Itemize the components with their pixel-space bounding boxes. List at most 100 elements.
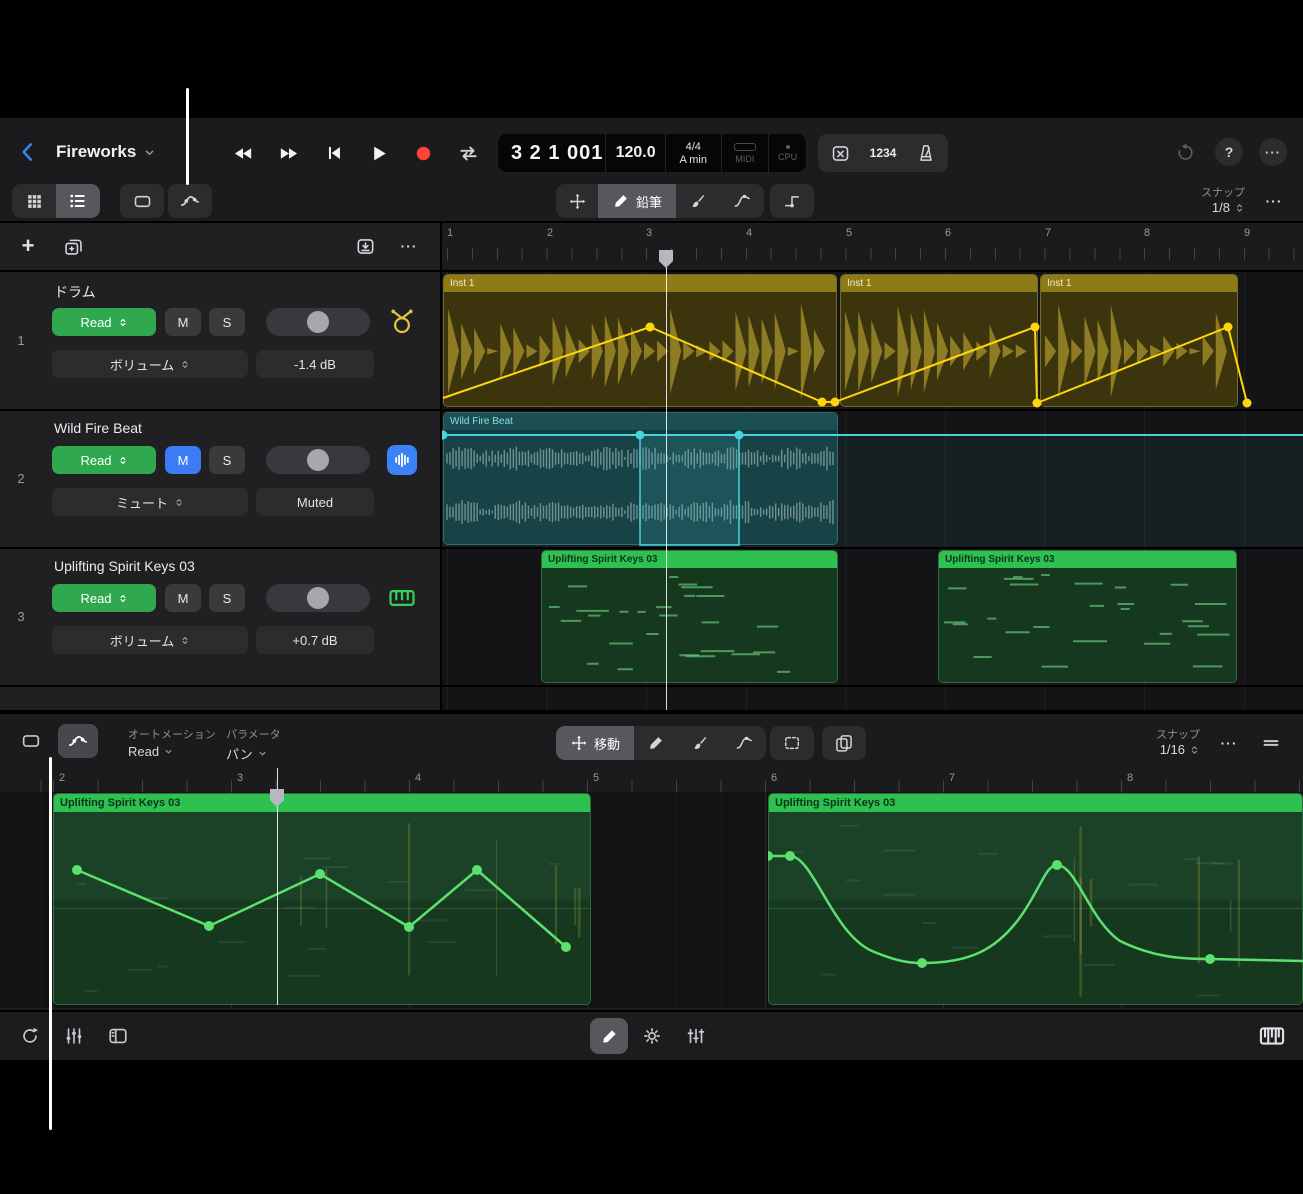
- track-volume-slider[interactable]: [266, 446, 370, 474]
- slider-knob[interactable]: [307, 311, 329, 333]
- curve-tool-button[interactable]: [720, 184, 764, 218]
- editor-more-button[interactable]: ···: [1214, 728, 1244, 758]
- grid-view-button[interactable]: [12, 184, 56, 218]
- mute-button[interactable]: M: [165, 584, 201, 612]
- move-tool-button[interactable]: [556, 184, 598, 218]
- track-header-keys[interactable]: 3 Uplifting Spirit Keys 03 Read M S ボリュー…: [0, 548, 441, 685]
- automation-mode-button[interactable]: Read: [52, 308, 156, 336]
- automation-mode-button[interactable]: Read: [52, 584, 156, 612]
- slider-knob[interactable]: [307, 449, 329, 471]
- chevron-down-icon: [257, 748, 268, 759]
- automation-mode-button[interactable]: Read: [52, 446, 156, 474]
- region-inst1-b[interactable]: Inst 1: [840, 274, 1038, 407]
- help-button[interactable]: ?: [1215, 138, 1243, 166]
- loop-browser-button[interactable]: [16, 1022, 44, 1050]
- automation-parameter-dropdown[interactable]: ボリューム: [52, 350, 248, 378]
- pencil-tool-button[interactable]: [634, 726, 678, 760]
- keyboard-instrument-icon[interactable]: [384, 580, 420, 616]
- track-header-drums[interactable]: 1 ドラム Read M S ボリューム -1.4 dB: [0, 272, 441, 409]
- marquee-tool-button[interactable]: [770, 726, 814, 760]
- brush-tool-button[interactable]: [676, 184, 720, 218]
- track-name[interactable]: Uplifting Spirit Keys 03: [54, 558, 195, 574]
- track-header-wild-fire-beat[interactable]: 2 Wild Fire Beat Read M S ミュート Muted: [0, 410, 441, 547]
- track-name[interactable]: ドラム: [54, 282, 96, 302]
- editor-region-select-button[interactable]: [12, 724, 50, 758]
- tracks-view-button[interactable]: [56, 184, 100, 218]
- editor-region-keys-b[interactable]: Uplifting Spirit Keys 03: [768, 793, 1303, 1005]
- mute-button[interactable]: M: [165, 308, 201, 336]
- editors-button[interactable]: [104, 1022, 132, 1050]
- parameter-control[interactable]: パラメータ パン: [226, 726, 281, 763]
- solo-button[interactable]: S: [209, 584, 245, 612]
- velocity-button[interactable]: [638, 1022, 666, 1050]
- record-button[interactable]: [406, 135, 441, 171]
- solo-button[interactable]: S: [209, 446, 245, 474]
- regions-select-button[interactable]: [120, 184, 164, 218]
- snap-control[interactable]: スナップ 1/8: [1143, 184, 1245, 215]
- editor-resize-handle[interactable]: [1254, 728, 1288, 758]
- pencil-tool-button[interactable]: 鉛筆: [598, 184, 676, 218]
- time-signature: 4/4: [685, 140, 701, 153]
- play-button[interactable]: [361, 135, 396, 171]
- editor-automation-toggle-button[interactable]: [58, 724, 98, 758]
- track-name[interactable]: Wild Fire Beat: [54, 420, 142, 436]
- cycle-button[interactable]: [451, 135, 486, 171]
- automation-toggle-button[interactable]: [168, 184, 212, 218]
- curve-tool-button[interactable]: [722, 726, 766, 760]
- forward-button[interactable]: [271, 135, 306, 171]
- track-volume-slider[interactable]: [266, 308, 370, 336]
- parameter-value-field[interactable]: -1.4 dB: [256, 350, 374, 378]
- region-keys-a[interactable]: Uplifting Spirit Keys 03: [541, 550, 838, 683]
- parameter-value-field[interactable]: Muted: [256, 488, 374, 516]
- playhead-line[interactable]: [665, 252, 667, 710]
- pencil-icon: [612, 192, 630, 210]
- lcd-display[interactable]: 3 2 1 001 120.0 4/4 A min MIDI CPU: [497, 133, 807, 173]
- parameter-value-field[interactable]: +0.7 dB: [256, 626, 374, 654]
- editor-divider[interactable]: [0, 710, 1303, 714]
- automation-label: オートメーション: [128, 729, 216, 741]
- more-button[interactable]: ···: [1259, 138, 1287, 166]
- region-inst1-a[interactable]: Inst 1: [443, 274, 837, 407]
- solo-button[interactable]: S: [209, 308, 245, 336]
- editor-snap-control[interactable]: スナップ 1/16: [1108, 726, 1200, 757]
- go-to-beginning-button[interactable]: [316, 135, 351, 171]
- editor-region-keys-a[interactable]: Uplifting Spirit Keys 03: [53, 793, 591, 1005]
- automation-parameter-dropdown[interactable]: ボリューム: [52, 626, 248, 654]
- back-button[interactable]: [14, 138, 42, 166]
- screen: Fireworks 3 2 1 001 120.0 4/4 A min MIDI…: [0, 0, 1303, 1194]
- region-wild-fire-beat[interactable]: Wild Fire Beat: [443, 412, 838, 545]
- metronome-button[interactable]: [904, 134, 948, 172]
- move-tool-button[interactable]: 移動: [556, 726, 634, 760]
- project-title-menu[interactable]: Fireworks: [56, 140, 157, 164]
- brush-tool-button[interactable]: [678, 726, 722, 760]
- editor-bar-ruler[interactable]: 2 3 4 5 6 7 8: [0, 768, 1303, 792]
- undo-button[interactable]: [1171, 138, 1199, 166]
- pencil-icon: [600, 1027, 619, 1046]
- track-volume-slider[interactable]: [266, 584, 370, 612]
- audio-track-icon[interactable]: [387, 445, 417, 475]
- mute-button[interactable]: M: [165, 446, 201, 474]
- copy-button[interactable]: [822, 726, 866, 760]
- rewind-button[interactable]: [226, 135, 261, 171]
- slider-knob[interactable]: [307, 587, 329, 609]
- mixer-button[interactable]: [60, 1022, 88, 1050]
- play-surface-button[interactable]: [1252, 1020, 1292, 1052]
- bar-number: 3: [646, 227, 653, 239]
- audio-waveform: [1041, 292, 1237, 406]
- duplicate-track-button[interactable]: [58, 232, 88, 260]
- toolbar-more-button[interactable]: ···: [1258, 186, 1290, 216]
- automation-parameter-dropdown[interactable]: ミュート: [52, 488, 248, 516]
- track-import-button[interactable]: [350, 232, 380, 260]
- bar-ruler[interactable]: 1 2 3 4 5 6 7 8 9: [441, 222, 1303, 271]
- controls-button[interactable]: [682, 1022, 710, 1050]
- automation-mode-control[interactable]: オートメーション Read: [128, 726, 216, 759]
- count-in-button[interactable]: 1234: [862, 134, 904, 172]
- region-inst1-c[interactable]: Inst 1: [1040, 274, 1238, 407]
- track-panel-more-button[interactable]: ···: [394, 232, 424, 260]
- region-keys-b[interactable]: Uplifting Spirit Keys 03: [938, 550, 1237, 683]
- drum-kit-icon[interactable]: [384, 304, 420, 340]
- clear-overdub-button[interactable]: [818, 134, 862, 172]
- step-tool-button[interactable]: [770, 184, 814, 218]
- add-track-button[interactable]: +: [14, 232, 42, 260]
- footer-pencil-button[interactable]: [590, 1018, 628, 1054]
